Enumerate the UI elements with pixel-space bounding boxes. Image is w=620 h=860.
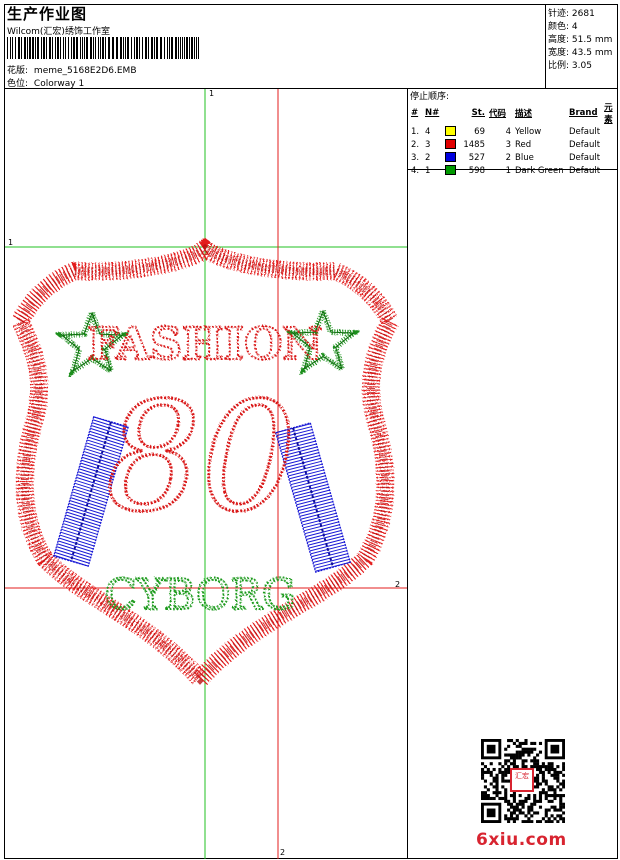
- color-swatch-cell: [443, 138, 459, 151]
- cell-num: 4.: [411, 165, 420, 176]
- page-title: 生产作业图: [7, 5, 88, 23]
- design-text-cyborg: CYBORG: [104, 570, 295, 619]
- colorway-value: Colorway 1: [33, 79, 85, 89]
- cell-code: 1: [505, 165, 511, 176]
- cell-code: 3: [505, 139, 511, 150]
- cell-brand: Default: [569, 165, 601, 176]
- cell-el: [602, 138, 620, 151]
- color-swatch: [445, 165, 456, 176]
- spec-scale: 比例: 3.05: [548, 61, 592, 71]
- cell-num: 1.: [411, 126, 420, 137]
- table-row: 3. 2 527 2 Blue Default: [409, 151, 620, 164]
- cell-brand: Default: [569, 126, 601, 137]
- spec-width: 宽度: 43.5 mm: [548, 48, 613, 58]
- watermark-text: 6xiu.com: [476, 830, 567, 850]
- spec-divider: [545, 4, 546, 88]
- color-swatch: [445, 126, 456, 137]
- design-text-fashion: FASHION: [87, 319, 322, 370]
- red-vertical-guide-label: 2: [280, 848, 286, 857]
- col-code: 代码: [489, 109, 507, 119]
- col-element: 元素: [604, 103, 613, 125]
- cell-st: 527: [468, 152, 485, 163]
- cell-desc: Dark Green: [515, 165, 564, 176]
- cell-n: 1: [425, 165, 431, 176]
- design-file-name: meme_5168E2D6.EMB: [33, 66, 137, 76]
- company-name: Wilcom(汇宏)绣饰工作室: [7, 27, 110, 37]
- color-swatch: [445, 152, 456, 163]
- col-description: 描述: [515, 109, 533, 119]
- design-text-80: 80: [106, 371, 297, 545]
- green-vertical-guide-label: 1: [209, 89, 215, 98]
- design-file-row: 花版: meme_5168E2D6.EMB: [7, 63, 137, 76]
- design-canvas: FASHION 80 CYBORG: [5, 89, 407, 859]
- cell-brand: Default: [569, 152, 601, 163]
- cell-code: 2: [505, 152, 511, 163]
- cell-el: [602, 151, 620, 164]
- spec-height: 高度: 51.5 mm: [548, 35, 613, 45]
- side-panel-divider: [407, 88, 408, 859]
- colorway-row: 色位: Colorway 1: [7, 76, 84, 89]
- cell-code: 4: [505, 126, 511, 137]
- green-horizontal-guide-label: 1: [8, 238, 14, 247]
- cell-n: 3: [425, 139, 431, 150]
- cell-el: [602, 125, 620, 138]
- col-needle: N#: [425, 108, 440, 118]
- color-swatch-cell: [443, 125, 459, 138]
- cell-el: [602, 164, 620, 177]
- cell-desc: Red: [515, 139, 532, 150]
- color-swatch-cell: [443, 151, 459, 164]
- cell-n: 4: [425, 126, 431, 137]
- table-row: 2. 3 1485 3 Red Default: [409, 138, 620, 151]
- col-num: #: [411, 108, 419, 118]
- cell-brand: Default: [569, 139, 601, 150]
- cell-st: 1485: [463, 139, 485, 150]
- cell-desc: Blue: [515, 152, 534, 163]
- cell-desc: Yellow: [515, 126, 542, 137]
- watermark-stamp: 汇宏: [510, 768, 534, 792]
- table-row: 1. 4 69 4 Yellow Default: [409, 125, 620, 138]
- table-row: 4. 1 598 1 Dark Green Default: [409, 164, 620, 177]
- cell-num: 2.: [411, 139, 420, 150]
- cell-st: 69: [474, 126, 485, 137]
- cell-n: 2: [425, 152, 431, 163]
- color-swatch: [445, 139, 456, 150]
- col-brand: Brand: [569, 108, 598, 118]
- spec-colors: 颜色: 4: [548, 22, 578, 32]
- col-color: [443, 101, 459, 125]
- barcode: [7, 37, 199, 59]
- col-stitches: St.: [471, 108, 485, 118]
- color-swatch-cell: [443, 164, 459, 177]
- colorway-label: 色位:: [7, 79, 29, 89]
- table-header-row: # N# St. 代码 描述 Brand 元素: [409, 101, 620, 125]
- cell-st: 598: [468, 165, 485, 176]
- stop-sequence-table: # N# St. 代码 描述 Brand 元素 1. 4 69 4 Yellow Defa…: [409, 101, 620, 177]
- cell-num: 3.: [411, 152, 420, 163]
- design-label: 花版:: [7, 66, 29, 76]
- red-horizontal-guide-label: 2: [395, 580, 401, 589]
- spec-stitches: 针迹: 2681: [548, 9, 595, 19]
